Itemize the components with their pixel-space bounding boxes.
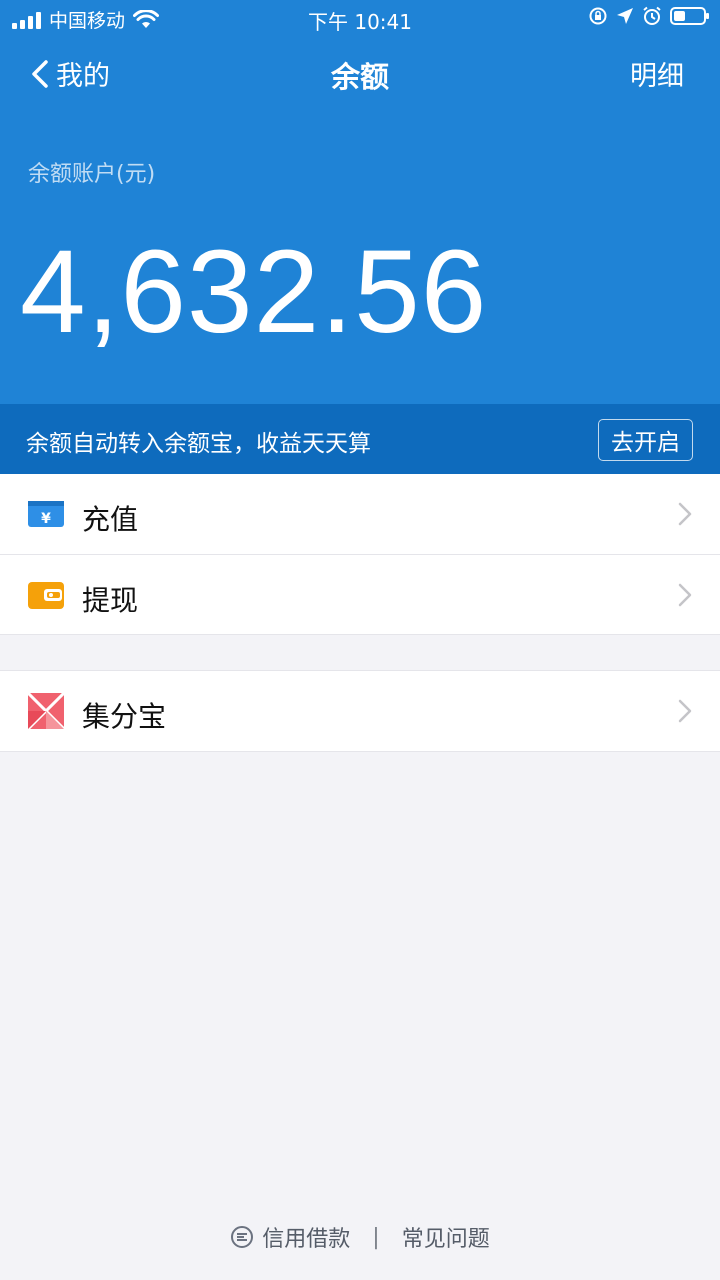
rotation-lock-icon	[589, 7, 607, 25]
chevron-right-icon	[678, 502, 692, 526]
auto-transfer-banner: 余额自动转入余额宝，收益天天算 去开启	[0, 404, 720, 474]
menu-label-withdraw: 提现	[82, 584, 139, 617]
page-title: 余额	[330, 60, 389, 94]
menu-label-recharge: 充值	[82, 503, 139, 536]
chevron-right-icon	[678, 583, 692, 607]
status-right	[588, 6, 709, 26]
svg-text:¥: ¥	[41, 511, 51, 527]
divider	[0, 751, 720, 752]
location-arrow-icon	[617, 8, 633, 24]
balance-label: 余额账户(元)	[28, 162, 156, 187]
chevron-right-icon	[678, 699, 692, 723]
menu-item-withdraw[interactable]: 提现	[0, 555, 720, 635]
status-bar: 中国移动 下午 10:41	[0, 0, 720, 36]
banner-text: 余额自动转入余额宝，收益天天算	[26, 431, 371, 457]
footer-links: 信用借款 | 常见问题	[0, 1220, 720, 1254]
jifenbao-icon	[28, 693, 64, 729]
divider	[0, 634, 720, 635]
enable-button[interactable]: 去开启	[598, 419, 693, 461]
menu-item-recharge[interactable]: ¥ 充值	[0, 474, 720, 554]
credit-loan-icon	[231, 1226, 254, 1248]
header-background: 中国移动 下午 10:41 我的 余额 明细 余额账户(元) 4,632.56	[0, 0, 720, 404]
nav-bar: 我的 余额 明细	[0, 44, 720, 104]
yuan-card-icon: ¥	[28, 501, 64, 527]
alarm-icon	[643, 6, 661, 25]
balance-amount: 4,632.56	[20, 226, 488, 358]
battery-icon	[670, 7, 709, 25]
detail-button[interactable]: 明细	[630, 54, 684, 93]
menu-label-jifenbao: 集分宝	[82, 700, 167, 733]
credit-loan-link[interactable]: 信用借款	[262, 1221, 350, 1253]
menu-item-jifenbao[interactable]: 集分宝	[0, 671, 720, 751]
wallet-icon	[28, 582, 64, 609]
faq-link[interactable]: 常见问题	[402, 1221, 490, 1253]
footer-divider: |	[372, 1224, 380, 1250]
